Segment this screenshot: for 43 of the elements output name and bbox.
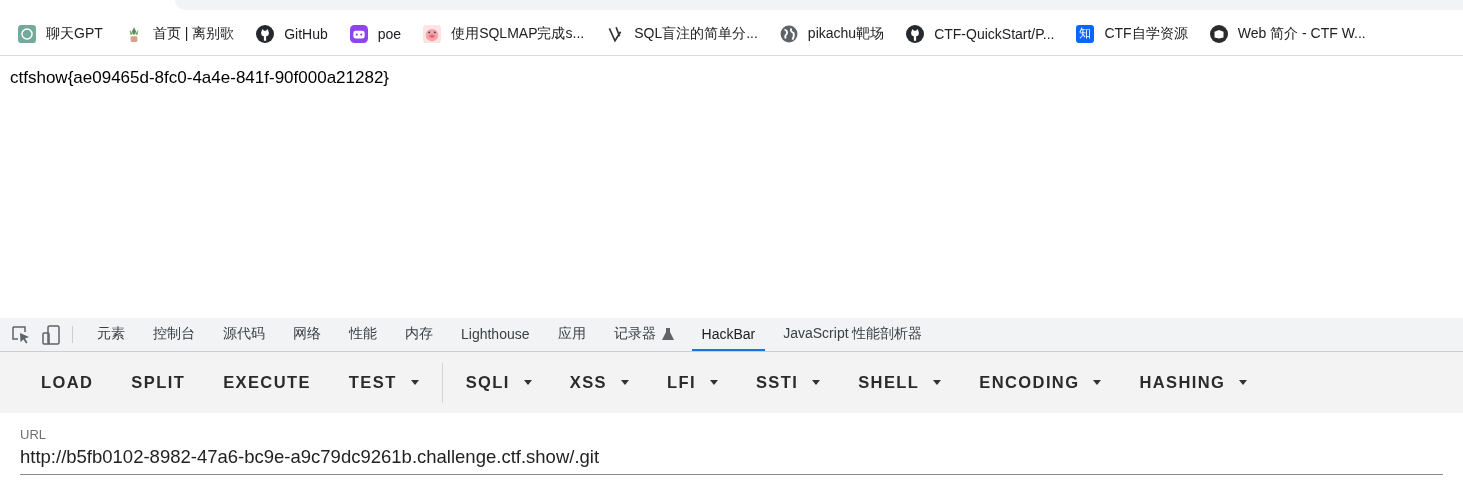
bookmark-link[interactable]: pikachu靶场 bbox=[807, 24, 885, 43]
toolbar-button[interactable]: SQLI bbox=[450, 365, 547, 400]
devtools-tab[interactable]: JavaScript 性能剖析器 bbox=[773, 318, 933, 351]
flag-text: ctfshow{ae09465d-8fc0-4a4e-841f-90f000a21282} bbox=[10, 68, 391, 88]
field-value: http://b5fb0102-8982-47a6-bc9e-a9c79dc9261b.challenge.ctf.show/.git bbox=[20, 446, 601, 468]
bookmark-link[interactable]: CTF-QuickStart/P... bbox=[934, 25, 1055, 42]
bookmark-link[interactable]: 首页 | 离别歌 bbox=[152, 24, 235, 43]
toolbar-button[interactable]: SSTI bbox=[740, 365, 836, 400]
devtools-tab[interactable]: 元素 bbox=[87, 318, 135, 351]
bookmark-link[interactable]: Web 简介 - CTF W... bbox=[1237, 24, 1366, 43]
toolbar-button[interactable]: ENCODING bbox=[964, 365, 1117, 400]
devtools-tab[interactable]: Lighthouse bbox=[451, 318, 540, 351]
devtools-tab[interactable]: 控制台 bbox=[143, 318, 205, 351]
robot-icon bbox=[349, 24, 368, 43]
devtools-tab[interactable]: 网络 bbox=[283, 318, 331, 351]
bookmark-link[interactable]: poe bbox=[377, 25, 402, 42]
globe-icon bbox=[779, 24, 798, 43]
pig-icon bbox=[423, 24, 442, 43]
chat-logo-icon bbox=[18, 24, 36, 43]
device-toggle-icon[interactable] bbox=[40, 323, 62, 346]
bookmark-link[interactable]: 使用SQLMAP完成s... bbox=[451, 24, 585, 43]
github-icon bbox=[256, 24, 275, 43]
url-field[interactable]: URL http://b5fb0102-8982-47a6-bc9e-a9c79dc9261b.challenge.ctf.show/.git bbox=[20, 427, 1443, 475]
devtools-tab[interactable]: 源代码 bbox=[213, 318, 275, 351]
field-label: URL bbox=[20, 427, 47, 442]
toolbar-button[interactable]: XSS bbox=[554, 365, 644, 400]
devtools-tab[interactable]: 性能 bbox=[339, 318, 387, 351]
toolbar-button[interactable]: LOAD bbox=[26, 365, 109, 400]
toolbar-button[interactable]: EXECUTE bbox=[208, 365, 326, 400]
toolbar-button[interactable]: SHELL bbox=[843, 365, 957, 400]
toolbar-button[interactable]: HASHING bbox=[1124, 365, 1263, 400]
github-icon bbox=[906, 24, 925, 43]
bookmark-link[interactable]: 聊天GPT bbox=[46, 24, 103, 43]
toolbar-button[interactable]: LFI bbox=[651, 365, 733, 400]
bookmark-link[interactable]: GitHub bbox=[284, 25, 328, 42]
toolbar-button[interactable]: SPLIT bbox=[116, 365, 201, 400]
zhihu-icon: 知 bbox=[1076, 24, 1095, 43]
devtools-tab[interactable]: 内存 bbox=[395, 318, 443, 351]
devtools-tab[interactable]: 记录器 bbox=[603, 318, 684, 351]
devtools-tab[interactable]: 应用 bbox=[547, 318, 596, 351]
toolbar-button[interactable]: TEST bbox=[333, 365, 434, 400]
bookmark-link[interactable]: CTF自学资源 bbox=[1104, 24, 1188, 43]
bookmark-link[interactable]: SQL盲注的简单分... bbox=[634, 24, 758, 43]
